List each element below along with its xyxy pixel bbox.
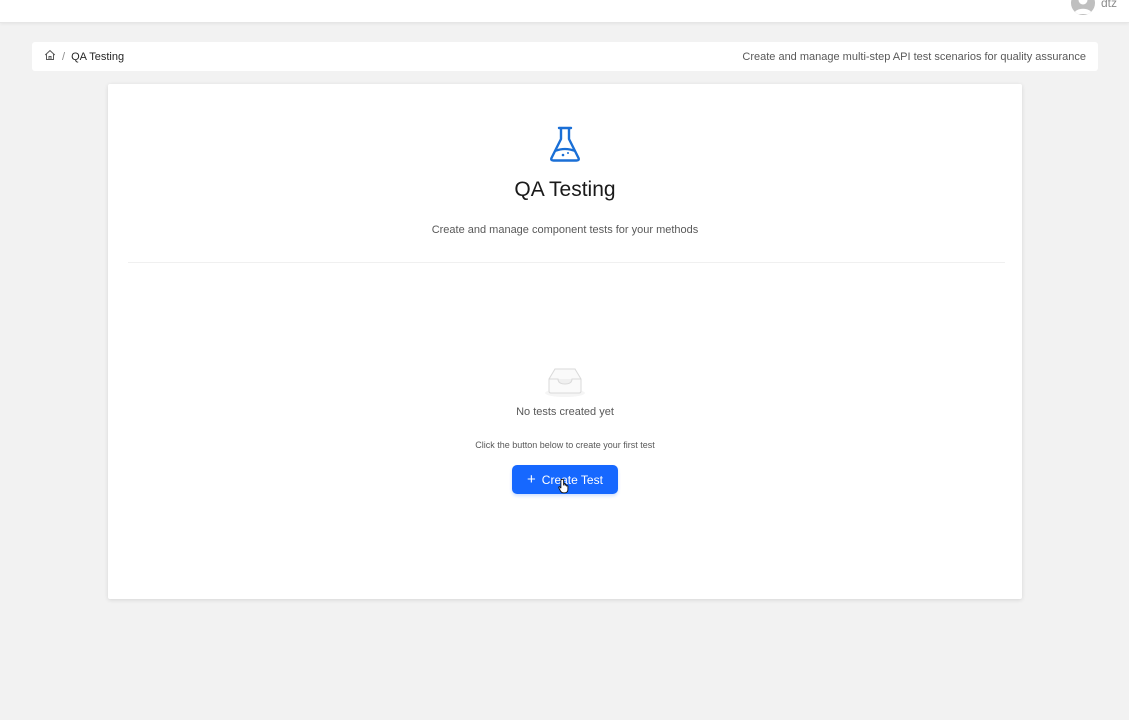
username: dtz: [1100, 0, 1117, 10]
divider: [128, 262, 1005, 263]
breadcrumb-bar: / QA Testing Create and manage multi-ste…: [32, 42, 1098, 71]
home-icon[interactable]: [44, 49, 56, 64]
user-menu[interactable]: dtz: [1070, 0, 1117, 15]
create-test-label: Create Test: [541, 472, 603, 487]
qa-testing-card: QA Testing Create and manage component t…: [108, 84, 1022, 599]
empty-state-hint: Click the button below to create your fi…: [475, 440, 655, 450]
flask-icon: [548, 125, 582, 163]
plus-icon: +: [527, 470, 536, 488]
avatar[interactable]: [1070, 0, 1095, 15]
page-subtitle: Create and manage component tests for yo…: [431, 224, 699, 236]
user-icon: [1073, 0, 1092, 14]
top-bar: dtz: [0, 0, 1129, 23]
page-description: Create and manage multi-step API test sc…: [742, 50, 1086, 63]
breadcrumb-separator: /: [62, 50, 66, 63]
page-title: QA Testing: [514, 178, 616, 201]
empty-state-title: No tests created yet: [516, 406, 614, 418]
breadcrumb: / QA Testing: [44, 49, 124, 64]
inbox-icon: [544, 364, 586, 398]
create-test-button[interactable]: + Create Test: [512, 465, 618, 494]
breadcrumb-current: QA Testing: [71, 50, 125, 63]
